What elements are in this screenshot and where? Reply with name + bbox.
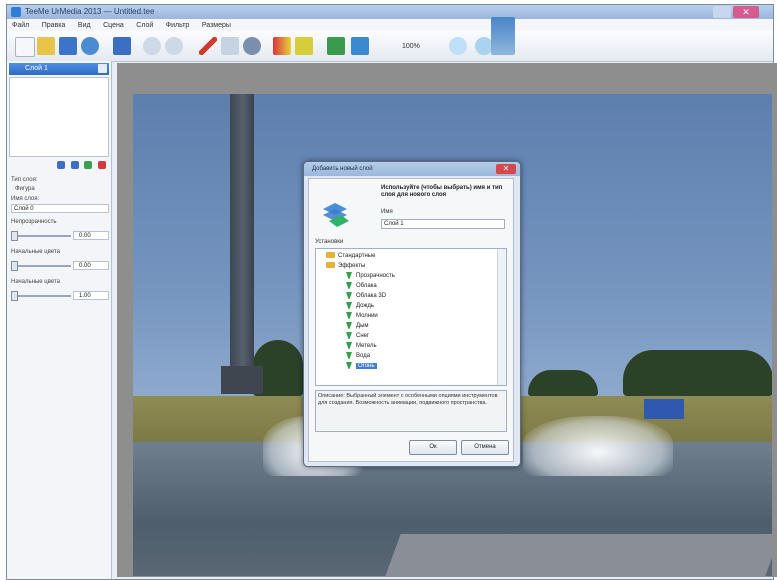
- crop-icon[interactable]: [351, 37, 369, 55]
- ok-button[interactable]: Ок: [409, 440, 457, 455]
- undo-icon[interactable]: [143, 37, 161, 55]
- tree-item[interactable]: Вода: [346, 351, 370, 361]
- layer-delete-icon[interactable]: [97, 161, 106, 169]
- tree-item[interactable]: Молнии: [346, 311, 378, 321]
- adjust-icon[interactable]: [327, 37, 345, 55]
- effect-icon: [346, 351, 352, 359]
- effect-icon: [346, 291, 352, 299]
- dialog-name-label: Имя: [381, 209, 393, 215]
- tree-item[interactable]: Дым: [346, 321, 369, 331]
- zoom-in-icon[interactable]: [449, 37, 467, 55]
- layers-panel-header: Слой 1: [9, 63, 109, 75]
- opacity-slider-knob[interactable]: [11, 231, 18, 241]
- photo-obelisk: [230, 94, 254, 386]
- effect-icon: [346, 301, 352, 309]
- image-icon[interactable]: [113, 37, 131, 55]
- layer-type-value: Фигура: [15, 186, 35, 192]
- effect-icon: [346, 311, 352, 319]
- effect-icon[interactable]: [295, 37, 313, 55]
- tree-item[interactable]: Дождь: [346, 301, 374, 311]
- photo-monument-base: [221, 366, 263, 394]
- new-icon[interactable]: [15, 37, 35, 57]
- maximize-button[interactable]: [713, 6, 731, 18]
- dialog-body: Используйте (чтобы выбрать) имя и тип сл…: [308, 178, 514, 462]
- panel-close-icon[interactable]: [98, 64, 107, 73]
- photo-trees: [528, 370, 598, 396]
- layer-type-tree[interactable]: Стандартные Эффекты Прозрачность Облака …: [315, 248, 507, 386]
- folder-icon: [326, 252, 335, 259]
- effect-icon: [346, 321, 352, 329]
- dialog-presets-label: Установки: [315, 239, 344, 245]
- tree-item[interactable]: Снег: [346, 331, 369, 341]
- end-color-slider-knob[interactable]: [11, 291, 18, 301]
- layers-panel-title: Слой 1: [25, 65, 48, 72]
- zoom-level[interactable]: 100%: [402, 43, 420, 50]
- photo-promenade: [385, 534, 772, 576]
- tree-item[interactable]: Прозрачность: [346, 271, 395, 281]
- redo-icon[interactable]: [165, 37, 183, 55]
- dialog-prompt: Используйте (чтобы выбрать) имя и тип сл…: [381, 185, 503, 198]
- tree-item[interactable]: Стандартные: [326, 251, 375, 261]
- effect-icon: [346, 361, 352, 369]
- effect-icon: [346, 331, 352, 339]
- layers-panel: Слой 1 Тип слоя: Фигура Имя слоя: Слой 0…: [7, 61, 112, 579]
- layer-name-label: Имя слоя:: [11, 196, 40, 202]
- title-bar: TeeMe UrMedia 2013 — Untitled.tee ✕: [7, 5, 773, 19]
- lasso-icon[interactable]: [221, 37, 239, 55]
- start-color-spinner[interactable]: 0.00: [73, 261, 109, 270]
- layer-down-icon[interactable]: [70, 161, 79, 169]
- toolbar: 100%: [7, 17, 773, 62]
- start-color-label: Начальные цвета: [11, 249, 60, 255]
- tree-item[interactable]: Облака 3D: [346, 291, 386, 301]
- dialog-title: Добавить новый слой: [312, 166, 373, 172]
- menu-bar: Файл Правка Вид Сцена Слой Фильтр Размер…: [7, 19, 773, 31]
- window-title: TeeMe UrMedia 2013 — Untitled.tee: [25, 7, 155, 16]
- opacity-label: Непрозрачность: [11, 219, 57, 225]
- effect-icon: [346, 281, 352, 289]
- photo-trees: [623, 350, 772, 396]
- layer-buttons: [57, 161, 109, 171]
- dialog-name-input[interactable]: Слой 1: [381, 219, 505, 229]
- opacity-slider[interactable]: [11, 235, 71, 237]
- layer-up-icon[interactable]: [57, 161, 65, 169]
- tree-item[interactable]: Метель: [346, 341, 377, 351]
- layer-type-label: Тип слоя:: [11, 177, 38, 183]
- start-color-slider[interactable]: [11, 265, 71, 267]
- end-color-slider[interactable]: [11, 295, 71, 297]
- cancel-button[interactable]: Отмена: [461, 440, 509, 455]
- layers-stack-icon: [323, 203, 349, 227]
- photo-fountain: [523, 416, 673, 476]
- effect-icon: [346, 341, 352, 349]
- end-color-label: Начальные цвета: [11, 279, 60, 285]
- fill-icon[interactable]: [273, 37, 291, 55]
- zoom-fit-icon[interactable]: [491, 17, 515, 55]
- end-color-spinner[interactable]: 1.00: [73, 291, 109, 300]
- folder-icon: [326, 262, 335, 269]
- app-icon: [11, 7, 21, 17]
- pencil-icon[interactable]: [199, 37, 217, 55]
- layers-list[interactable]: [9, 77, 109, 157]
- dialog-title-bar: Добавить новый слой ✕: [304, 162, 520, 176]
- tree-item[interactable]: Эффекты: [326, 261, 365, 271]
- layer-name-field[interactable]: Слой 0: [11, 204, 109, 213]
- start-color-slider-knob[interactable]: [11, 261, 18, 271]
- open-icon[interactable]: [37, 37, 55, 55]
- dialog-description: Описание: Выбранный элемент с особенными…: [315, 390, 507, 432]
- effect-icon: [346, 271, 352, 279]
- add-layer-dialog: Добавить новый слой ✕ Используйте (чтобы…: [303, 161, 521, 467]
- tree-scrollbar[interactable]: [497, 249, 506, 385]
- tree-item[interactable]: Облака: [346, 281, 377, 291]
- dialog-close-button[interactable]: ✕: [496, 164, 516, 174]
- photo-blue-cabin: [644, 399, 684, 419]
- tree-item-selected[interactable]: Огонь: [346, 361, 377, 371]
- layer-add-icon[interactable]: [84, 161, 93, 169]
- save-icon[interactable]: [59, 37, 77, 55]
- layers-icon[interactable]: [81, 37, 99, 55]
- color-icon[interactable]: [243, 37, 261, 55]
- close-button[interactable]: ✕: [733, 6, 759, 18]
- opacity-spinner[interactable]: 0.00: [73, 231, 109, 240]
